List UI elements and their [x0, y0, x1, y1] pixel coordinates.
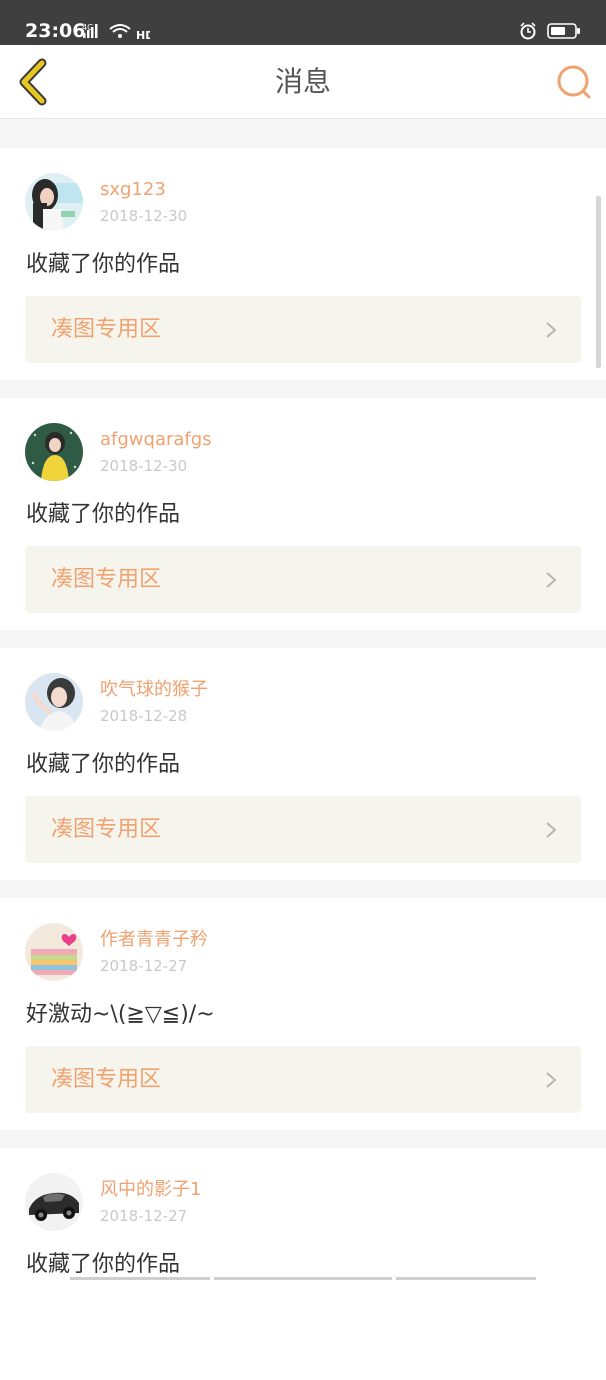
user-avatar[interactable] — [25, 173, 83, 231]
alarm-icon — [520, 22, 536, 40]
message-text: 收藏了你的作品 — [26, 502, 181, 527]
status-bar: 23:06 4G HD — [0, 0, 606, 45]
user-avatar[interactable] — [25, 423, 83, 481]
message-card: 作者青青子矜 2018-12-27 好激动~\(≧▽≦)/~ 凑图专用区 — [0, 898, 606, 1130]
username[interactable]: sxg123 — [100, 179, 166, 201]
hd-icon: HD — [136, 29, 150, 42]
username[interactable]: afgwqarafgs — [100, 429, 212, 451]
work-link[interactable]: 凑图专用区 — [25, 796, 581, 863]
work-link[interactable]: 凑图专用区 — [25, 296, 581, 363]
message-card: sxg123 2018-12-30 收藏了你的作品 凑图专用区 — [0, 148, 606, 380]
work-title: 凑图专用区 — [51, 317, 162, 342]
signal-wifi-icons: 4G HD — [82, 23, 150, 42]
work-title: 凑图专用区 — [51, 567, 162, 592]
work-link[interactable]: 凑图专用区 — [25, 546, 581, 613]
work-title: 凑图专用区 — [51, 817, 162, 842]
message-date: 2018-12-27 — [100, 957, 188, 975]
chevron-right-icon — [546, 822, 557, 838]
message-date: 2018-12-30 — [100, 457, 188, 475]
chevron-right-icon — [546, 1072, 557, 1088]
page-title: 消息 — [274, 65, 331, 98]
message-date: 2018-12-28 — [100, 707, 188, 725]
user-avatar[interactable] — [25, 673, 83, 731]
message-card: 吹气球的猴子 2018-12-28 收藏了你的作品 凑图专用区 — [0, 648, 606, 880]
username[interactable]: 风中的影子1 — [100, 1179, 201, 1201]
status-right — [519, 20, 581, 42]
username[interactable]: 作者青青子矜 — [100, 929, 208, 951]
scrollbar[interactable] — [596, 196, 601, 368]
message-text: 收藏了你的作品 — [26, 1252, 181, 1277]
message-date: 2018-12-27 — [100, 1207, 188, 1225]
status-time: 23:06 — [25, 20, 86, 42]
battery-icon — [547, 23, 580, 39]
chevron-right-icon — [546, 572, 557, 588]
message-text: 收藏了你的作品 — [26, 252, 181, 277]
message-date: 2018-12-30 — [100, 207, 188, 225]
message-text: 收藏了你的作品 — [26, 752, 181, 777]
app-header: 消息 — [0, 45, 606, 119]
message-card: 风中的影子1 2018-12-27 收藏了你的作品 — [0, 1148, 606, 1380]
search-icon[interactable] — [554, 62, 594, 102]
chevron-right-icon — [546, 322, 557, 338]
work-title: 凑图专用区 — [51, 1067, 162, 1092]
user-avatar[interactable] — [25, 923, 83, 981]
user-avatar[interactable] — [25, 1173, 83, 1231]
work-link[interactable]: 凑图专用区 — [25, 1046, 581, 1113]
message-text: 好激动~\(≧▽≦)/~ — [26, 1002, 215, 1027]
message-card: afgwqarafgs 2018-12-30 收藏了你的作品 凑图专用区 — [0, 398, 606, 630]
username[interactable]: 吹气球的猴子 — [100, 679, 208, 701]
